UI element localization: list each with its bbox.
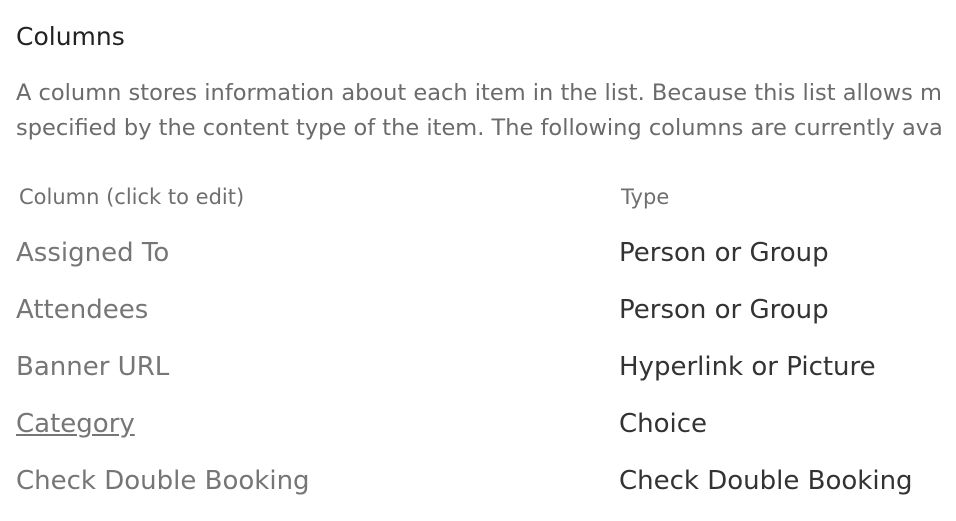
table-row: Check Double Booking Check Double Bookin… [0, 466, 956, 506]
section-description-line-2: specified by the content type of the ite… [16, 115, 943, 141]
column-link-banner-url[interactable]: Banner URL [16, 352, 169, 382]
column-link-assigned-to[interactable]: Assigned To [16, 238, 169, 268]
column-name-header: Column (click to edit) [19, 185, 245, 209]
column-type: Person or Group [619, 295, 829, 325]
table-row: Banner URL Hyperlink or Picture [0, 352, 956, 392]
column-type-header: Type [621, 185, 670, 209]
column-link-category[interactable]: Category [16, 409, 135, 439]
section-title: Columns [16, 22, 125, 51]
column-type: Check Double Booking [619, 466, 913, 496]
column-link-check-double-booking[interactable]: Check Double Booking [16, 466, 310, 496]
section-description-line-1: A column stores information about each i… [16, 80, 942, 106]
table-row: Assigned To Person or Group [0, 238, 956, 278]
table-row: Category Choice [0, 409, 956, 449]
table-row: Attendees Person or Group [0, 295, 956, 335]
column-type: Person or Group [619, 238, 829, 268]
column-type: Hyperlink or Picture [619, 352, 876, 382]
column-type: Choice [619, 409, 708, 439]
columns-settings-page: Columns A column stores information abou… [0, 0, 956, 521]
column-link-attendees[interactable]: Attendees [16, 295, 148, 325]
